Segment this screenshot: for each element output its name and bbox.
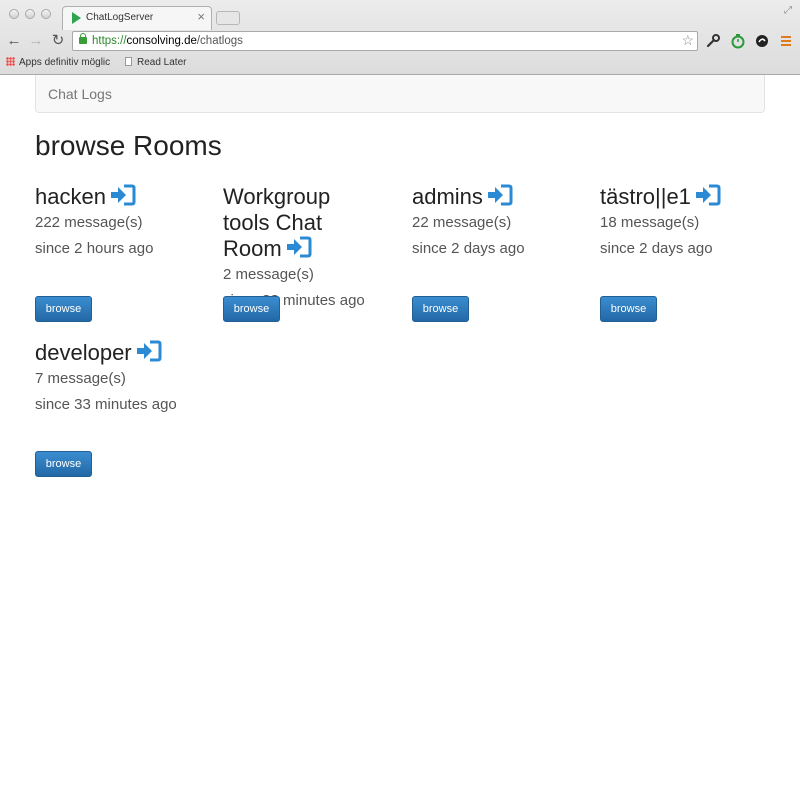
room-card: tästro||e1 18 message(s) since 2 days ag…: [600, 184, 775, 262]
extension-timer-icon[interactable]: [730, 33, 746, 49]
browser-toolbar: ← → ↻ https://consolving.de/chatlogs ☆: [0, 30, 800, 54]
login-icon[interactable]: [695, 184, 721, 206]
browse-button[interactable]: browse: [35, 451, 92, 477]
browse-button[interactable]: browse: [412, 296, 469, 322]
fullscreen-icon[interactable]: ⤢: [784, 5, 792, 16]
bookmark-star-icon[interactable]: ☆: [681, 32, 694, 49]
since-text: since 2 days ago: [412, 240, 525, 257]
since-text: since 33 minutes ago: [35, 396, 177, 413]
bookmarks-bar: Apps definitiv möglic Read Later: [0, 55, 800, 73]
tab-close-icon[interactable]: ×: [197, 10, 205, 24]
login-icon[interactable]: [110, 184, 136, 206]
page-title: browse Rooms: [35, 130, 222, 161]
back-button[interactable]: ←: [5, 32, 23, 50]
room-name: admins: [412, 184, 587, 210]
since-text: since 2 hours ago: [35, 240, 154, 257]
tab-title: ChatLogServer: [86, 12, 154, 23]
zoom-window-button[interactable]: [41, 9, 51, 19]
extension-swirl-icon[interactable]: [754, 33, 770, 49]
lock-icon: [79, 33, 87, 44]
room-name: developer: [35, 340, 210, 366]
message-count: 18 message(s): [600, 214, 700, 231]
minimize-window-button[interactable]: [25, 9, 35, 19]
url-text[interactable]: https://consolving.de/chatlogs: [92, 35, 243, 47]
message-count: 7 message(s): [35, 370, 126, 387]
room-name: Workgroup tools Chat Room: [223, 184, 331, 261]
tab-strip: ChatLogServer × ⤢: [0, 0, 800, 30]
chrome-menu-icon[interactable]: [778, 33, 794, 49]
browser-tab[interactable]: ChatLogServer ×: [62, 6, 212, 30]
room-name: hacken: [35, 184, 210, 210]
new-tab-button[interactable]: [216, 11, 240, 25]
room-card: Workgroup tools Chat Room 2 message(s) s…: [223, 184, 373, 314]
bookmark-apps[interactable]: Apps definitiv möglic: [6, 57, 110, 68]
room-card: hacken 222 message(s) since 2 hours ago: [35, 184, 210, 262]
login-icon[interactable]: [286, 236, 312, 258]
bookmark-read-later[interactable]: Read Later: [125, 57, 186, 68]
browse-button[interactable]: browse: [35, 296, 92, 322]
wrench-icon[interactable]: [705, 33, 721, 49]
login-icon[interactable]: [136, 340, 162, 362]
reload-button[interactable]: ↻: [49, 32, 67, 50]
top-navbar: Chat Logs: [35, 75, 765, 113]
forward-button[interactable]: →: [27, 32, 45, 50]
message-count: 2 message(s): [223, 266, 314, 283]
browse-button[interactable]: browse: [223, 296, 280, 322]
page-icon: [125, 57, 132, 66]
apps-grid-icon: [6, 57, 15, 66]
navbar-brand[interactable]: Chat Logs: [48, 86, 112, 102]
browse-button[interactable]: browse: [600, 296, 657, 322]
room-card: developer 7 message(s) since 33 minutes …: [35, 340, 210, 418]
play-favicon-icon: [72, 12, 81, 24]
page-content: Chat Logs browse Rooms hacken 222 messag…: [0, 75, 800, 795]
room-card: admins 22 message(s) since 2 days ago: [412, 184, 587, 262]
close-window-button[interactable]: [9, 9, 19, 19]
room-name: tästro||e1: [600, 184, 775, 210]
browser-chrome: ChatLogServer × ⤢ ← → ↻ https://consolvi…: [0, 0, 800, 75]
message-count: 22 message(s): [412, 214, 512, 231]
login-icon[interactable]: [487, 184, 513, 206]
message-count: 222 message(s): [35, 214, 143, 231]
since-text: since 2 days ago: [600, 240, 713, 257]
address-bar[interactable]: https://consolving.de/chatlogs ☆: [72, 31, 698, 51]
